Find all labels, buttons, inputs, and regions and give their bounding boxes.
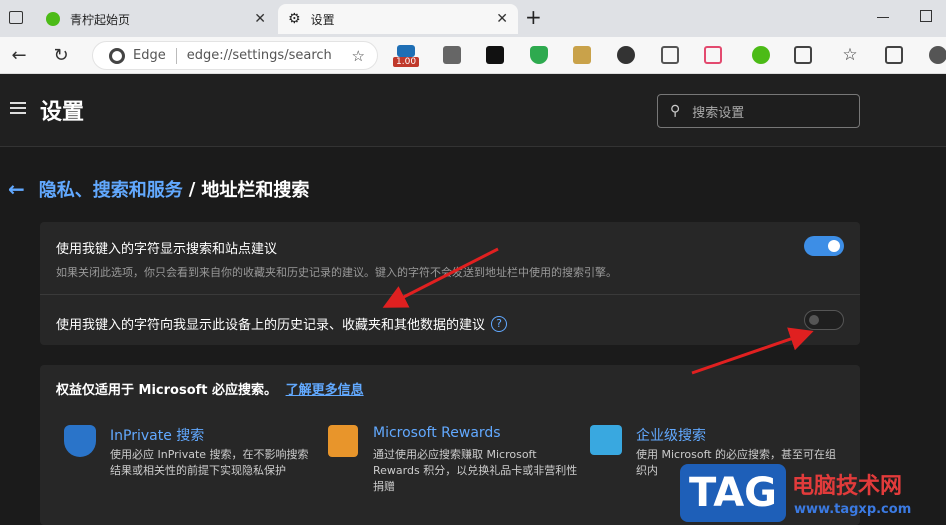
row-divider — [40, 294, 860, 295]
settings-search-input[interactable]: ⚲ 搜索设置 — [657, 94, 860, 128]
back-arrow-icon[interactable]: ← — [8, 177, 25, 201]
close-tab-icon[interactable]: ✕ — [254, 11, 266, 27]
rewards-title: Microsoft Rewards — [373, 425, 501, 441]
shield-icon[interactable] — [530, 46, 548, 64]
settings-page: 设置 ⚲ 搜索设置 ← 隐私、搜索和服务 / 地址栏和搜索 使用我键入的字符显示… — [0, 74, 946, 525]
address-bar[interactable]: Edge edge://settings/search ☆ — [92, 41, 378, 70]
extension-badge: 1.00 — [393, 57, 420, 67]
qingning-icon — [46, 12, 60, 26]
add-favorite-icon[interactable]: ☆ — [352, 47, 365, 65]
browser-brand: Edge — [133, 48, 166, 63]
address-url: edge://settings/search — [186, 48, 332, 63]
benefits-heading: 权益仅适用于 Microsoft 必应搜索。 了解更多信息 — [56, 383, 364, 398]
copy-extension-icon[interactable] — [661, 46, 679, 64]
settings-header: 设置 ⚲ 搜索设置 — [0, 74, 946, 147]
tab-settings[interactable]: ⚙ 设置 ✕ — [278, 4, 518, 34]
enterprise-title: 企业级搜索 — [636, 428, 706, 444]
address-toolbar: ← ↻ Edge edge://settings/search ☆ 1.00 ☆ — [0, 37, 946, 74]
rewards-trophy-icon — [328, 425, 358, 457]
search-suggestions-label: 使用我键入的字符显示搜索和站点建议 — [56, 242, 278, 257]
image-extension-icon[interactable] — [573, 46, 591, 64]
new-tab-button[interactable]: + — [525, 5, 542, 29]
minimize-button[interactable] — [877, 17, 889, 18]
enterprise-search-icon — [590, 425, 622, 455]
search-icon: ⚲ — [670, 103, 681, 119]
maximize-button[interactable] — [920, 10, 932, 22]
tab-actions-icon[interactable] — [9, 11, 23, 24]
tab-strip: 青柠起始页 ✕ ⚙ 设置 ✕ + — [0, 0, 946, 37]
info-icon[interactable]: ? — [491, 315, 508, 332]
tab-qingning[interactable]: 青柠起始页 ✕ — [36, 4, 276, 34]
gear-icon: ⚙ — [288, 11, 301, 27]
tab-label: 青柠起始页 — [70, 12, 131, 27]
favorites-icon[interactable]: ☆ — [839, 45, 861, 65]
watermark-url: www.tagxp.com — [794, 502, 912, 517]
history-suggestions-toggle[interactable] — [804, 310, 844, 330]
refresh-icon[interactable]: ↻ — [50, 45, 72, 66]
inprivate-shield-icon — [64, 425, 96, 457]
breadcrumb-current: 地址栏和搜索 — [201, 180, 310, 201]
spy-extension-icon[interactable] — [617, 46, 635, 64]
tab-label: 设置 — [310, 12, 335, 27]
collections-icon[interactable] — [885, 46, 903, 64]
close-tab-icon[interactable]: ✕ — [496, 11, 508, 27]
rewards-desc: 通过使用必应搜索赚取 Microsoft Rewards 积分，以兑换礼品卡或非… — [373, 448, 578, 493]
suggestions-card: 使用我键入的字符显示搜索和站点建议 如果关闭此选项，你只会看到来自你的收藏夹和历… — [40, 222, 860, 345]
extension-tiles-icon[interactable] — [443, 46, 461, 64]
inprivate-title: InPrivate 搜索 — [110, 428, 205, 444]
history-suggestions-label: 使用我键入的字符向我显示此设备上的历史记录、收藏夹和其他数据的建议 ? — [56, 314, 508, 333]
search-placeholder: 搜索设置 — [692, 105, 745, 121]
page-title: 设置 — [40, 100, 85, 125]
inprivate-desc: 使用必应 InPrivate 搜索，在不影响搜索结果或相关性的前提下实现隐私保护 — [110, 448, 309, 477]
green-circle-icon[interactable] — [752, 46, 770, 64]
watermark-title: 电脑技术网 — [792, 474, 903, 499]
divider — [175, 47, 177, 64]
search-suggestions-description: 如果关闭此选项，你只会看到来自你的收藏夹和历史记录的建议。键入的字符不会发送到地… — [56, 266, 617, 279]
profile-icon[interactable] — [929, 46, 946, 64]
back-icon[interactable]: ← — [8, 45, 30, 66]
learn-more-link[interactable]: 了解更多信息 — [286, 383, 364, 398]
extension-l-icon[interactable] — [486, 46, 504, 64]
watermark-logo: TAG — [680, 464, 786, 522]
edge-logo-icon — [109, 47, 125, 64]
breadcrumb-separator: / — [188, 178, 196, 200]
search-suggestions-toggle[interactable] — [804, 236, 844, 256]
tv-extension-icon[interactable] — [704, 46, 722, 64]
breadcrumb-parent-link[interactable]: 隐私、搜索和服务 — [39, 176, 183, 202]
menu-icon[interactable] — [10, 102, 26, 114]
breadcrumb: ← 隐私、搜索和服务 / 地址栏和搜索 — [8, 176, 309, 202]
extension-flag-icon[interactable] — [397, 45, 415, 57]
extensions-puzzle-icon[interactable] — [794, 46, 812, 64]
